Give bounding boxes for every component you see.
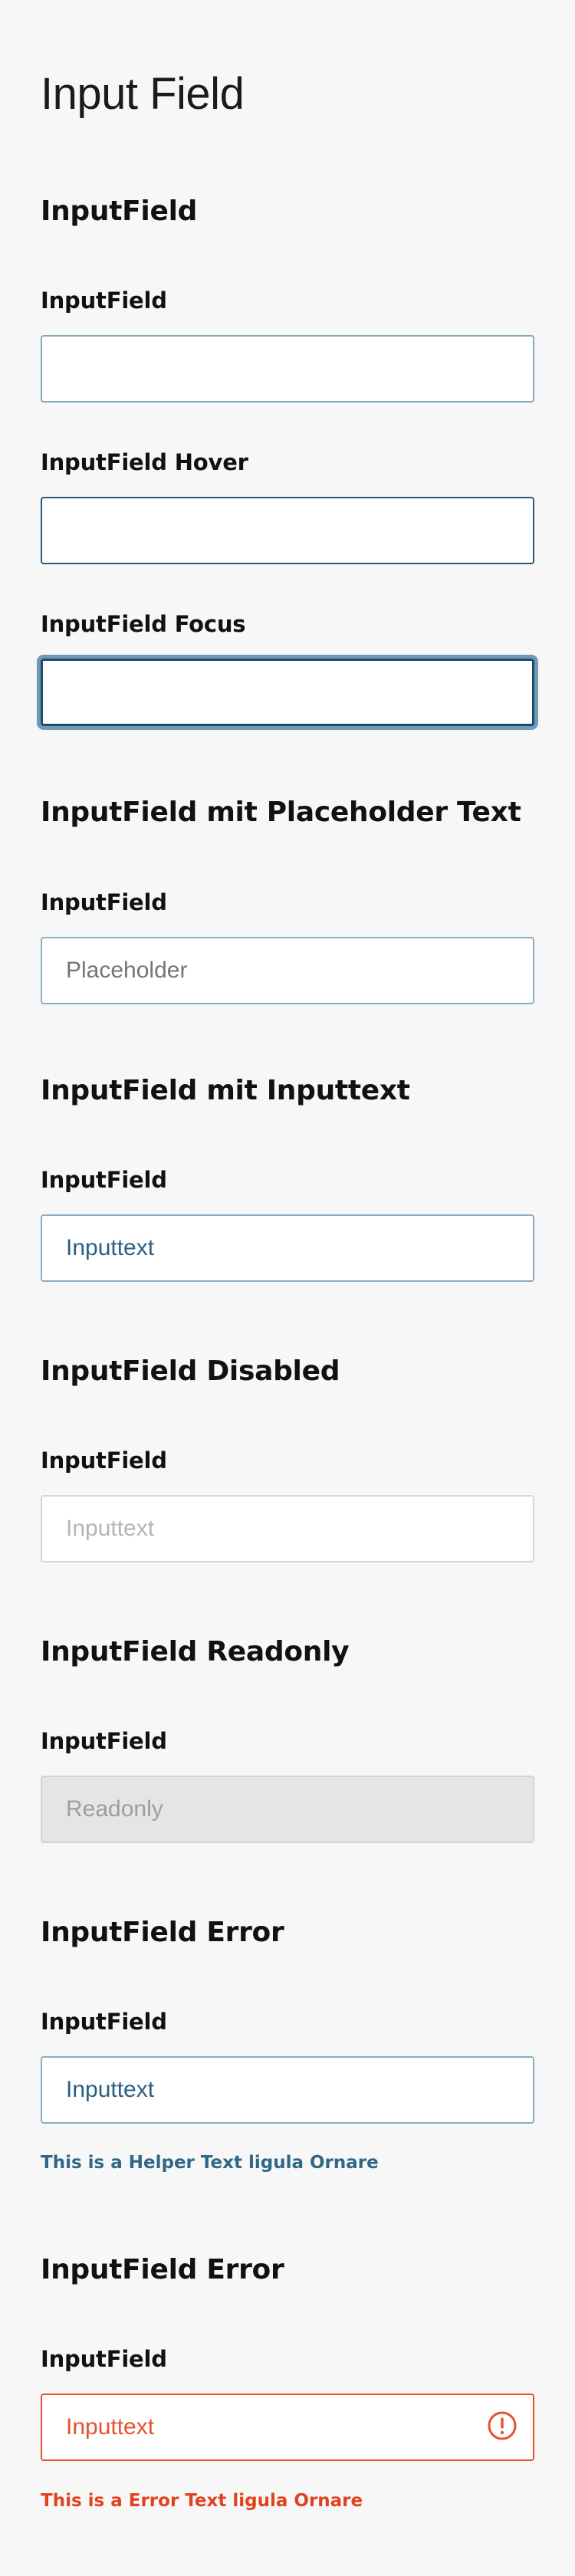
section-title-disabled: InputField Disabled [41,1355,340,1387]
field-label-helper: InputField [41,2009,167,2035]
section-title-inputfield: InputField [41,196,198,227]
section-title-placeholder: InputField mit Placeholder Text [41,797,521,828]
input-field-disabled [41,1495,534,1562]
field-label-placeholder: InputField [41,889,167,915]
section-title-helper: InputField Error [41,1917,284,1948]
input-field-filled[interactable] [41,1214,534,1282]
field-label-default: InputField [41,288,167,314]
error-text: This is a Error Text ligula Ornare [41,2491,363,2511]
error-circle-icon [488,2411,517,2440]
input-field-helper[interactable] [41,2056,534,2124]
field-label-error: InputField [41,2346,167,2372]
field-label-hover: InputField Hover [41,449,248,475]
field-label-focus: InputField Focus [41,611,246,637]
input-field-focus[interactable] [41,659,534,726]
page-title: Input Field [41,69,245,119]
helper-text: This is a Helper Text ligula Ornare [41,2153,379,2173]
input-field-error[interactable] [41,2394,534,2461]
field-label-disabled: InputField [41,1447,167,1474]
section-title-inputtext: InputField mit Inputtext [41,1075,410,1106]
field-label-readonly: InputField [41,1728,167,1754]
input-field-default[interactable] [41,335,534,402]
error-input-wrapper [41,2394,534,2461]
section-title-error: InputField Error [41,2254,284,2285]
field-label-inputtext: InputField [41,1167,167,1193]
input-field-placeholder[interactable] [41,937,534,1004]
section-title-readonly: InputField Readonly [41,1636,350,1668]
input-field-hover[interactable] [41,497,534,564]
input-field-readonly[interactable] [41,1776,534,1843]
